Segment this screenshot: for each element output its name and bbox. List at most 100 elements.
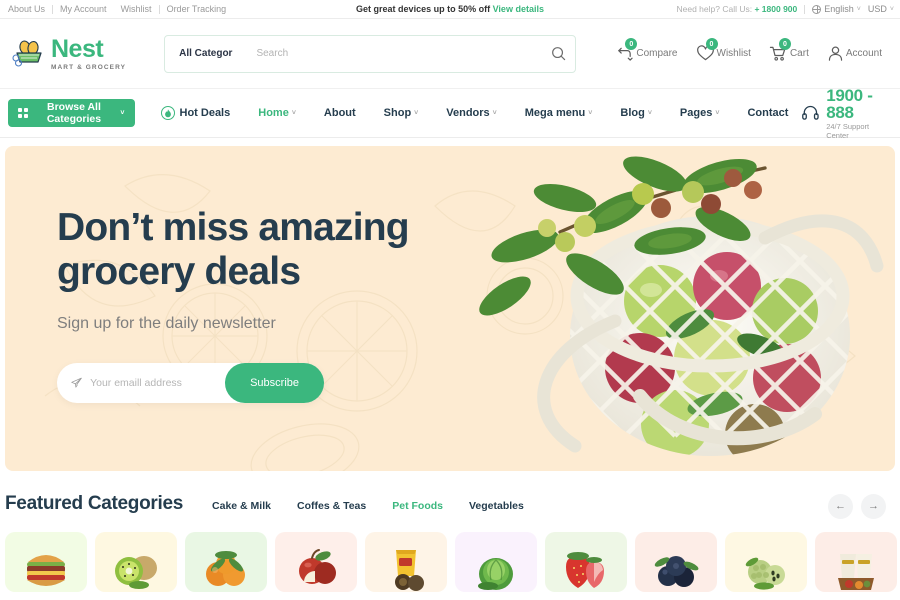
nav-item-home[interactable]: Home ˅ xyxy=(244,107,310,119)
nav-item-pages[interactable]: Pages ˅ xyxy=(666,107,734,119)
nav-blog-label: Blog xyxy=(620,107,645,119)
category-tab-vegetables[interactable]: Vegetables xyxy=(456,500,537,512)
nav-mega-menu-label: Mega menu xyxy=(524,107,586,119)
nav-contact-label: Contact xyxy=(747,107,789,119)
category-card-blueberry[interactable] xyxy=(635,531,717,592)
newsletter-form: Subscribe xyxy=(57,363,324,404)
logo[interactable]: Nest MART & GROCERY xyxy=(12,34,127,71)
category-tab-pet-foods[interactable]: Pet Foods xyxy=(379,500,456,512)
topbar-link-order-tracking[interactable]: Order Tracking xyxy=(160,4,234,14)
cart-action[interactable]: 0 Cart xyxy=(769,38,809,62)
logo-text: Nest MART & GROCERY xyxy=(51,34,127,71)
kiwi-image xyxy=(115,555,157,589)
carousel-prev-button[interactable]: ← xyxy=(828,493,853,519)
persimmon-image xyxy=(206,550,245,586)
nav-item-contact[interactable]: Contact xyxy=(733,107,802,119)
cart-label: Cart xyxy=(789,48,809,59)
language-label: English xyxy=(824,4,854,14)
chevron-down-icon: ˅ xyxy=(588,109,593,117)
browse-categories-label: Browse All Categories xyxy=(46,101,102,125)
currency-selector[interactable]: USD ˅ xyxy=(868,4,894,14)
support-phone-link[interactable]: + 1800 900 xyxy=(754,4,797,14)
grid-icon xyxy=(18,108,28,118)
carousel-next-button[interactable]: → xyxy=(861,493,886,519)
cart-count-badge: 0 xyxy=(778,38,791,50)
globe-icon xyxy=(812,4,822,14)
featured-categories-title: Featured Categories xyxy=(5,493,184,514)
wishlist-label: Wishlist xyxy=(716,48,751,59)
newsletter-email-input[interactable] xyxy=(90,377,226,390)
category-tab-coffes-and-teas[interactable]: Coffes & Teas xyxy=(284,500,379,512)
category-card-strawberry[interactable] xyxy=(545,531,627,592)
category-card-snack-pack[interactable] xyxy=(365,531,447,592)
blueberry-image xyxy=(654,555,699,587)
chevron-down-icon: ˅ xyxy=(715,109,720,117)
category-card-packaged-goods[interactable] xyxy=(815,531,897,592)
support-text: 1900 - 888 24/7 Support Center xyxy=(826,87,886,140)
topbar-link-wishlist[interactable]: Wishlist xyxy=(114,4,159,14)
nav-item-blog[interactable]: Blog ˅ xyxy=(606,107,666,119)
account-label: Account xyxy=(845,48,882,59)
chevron-down-icon: ˅ xyxy=(291,109,296,117)
paper-plane-icon xyxy=(71,378,82,388)
chevron-down-icon: ˅ xyxy=(856,5,861,13)
view-details-link[interactable]: View details xyxy=(493,4,544,14)
nav-home-label: Home xyxy=(258,107,289,119)
nav-item-hot-deals[interactable]: Hot Deals xyxy=(157,106,245,120)
category-card-kiwi[interactable] xyxy=(95,531,177,592)
nav-item-about[interactable]: About xyxy=(310,107,370,119)
carousel-controls: ← → xyxy=(828,493,895,519)
category-card-cabbage[interactable] xyxy=(455,531,537,592)
chevron-down-icon: ˅ xyxy=(889,5,894,13)
category-tab-cake-and-milk[interactable]: Cake & Milk xyxy=(199,500,284,512)
category-tabs: Cake & Milk Coffes & Teas Pet Foods Vege… xyxy=(199,500,537,512)
hero-headline-line1: Don’t miss amazing xyxy=(57,206,410,249)
subscribe-button[interactable]: Subscribe xyxy=(225,363,324,404)
top-bar-links: About Us My Account Wishlist Order Track… xyxy=(6,4,233,14)
logo-subtitle: MART & GROCERY xyxy=(51,63,127,71)
logo-name: Nest xyxy=(51,34,104,63)
top-bar: About Us My Account Wishlist Order Track… xyxy=(0,0,900,19)
hero-banner: Don’t miss amazing grocery deals Sign up… xyxy=(5,146,895,471)
apple-image xyxy=(299,548,336,584)
cabbage-image xyxy=(478,557,513,590)
language-selector[interactable]: English ˅ xyxy=(812,4,861,14)
nav-vendors-label: Vendors xyxy=(446,107,490,119)
support-center-label: 24/7 Support Center xyxy=(826,121,870,140)
nav-item-shop[interactable]: Shop ˅ xyxy=(370,107,433,119)
support-info[interactable]: 1900 - 888 24/7 Support Center xyxy=(802,87,892,140)
need-help-text: Need help? Call Us: + 1800 900 xyxy=(677,4,798,14)
nav-about-label: About xyxy=(323,107,356,119)
nav-item-mega-menu[interactable]: Mega menu ˅ xyxy=(511,107,607,119)
browse-categories-button[interactable]: Browse All Categories ˅ xyxy=(8,99,135,127)
topbar-link-about-us[interactable]: About Us xyxy=(6,4,52,14)
search-input[interactable] xyxy=(242,48,542,59)
hero-headline-line2: grocery deals xyxy=(57,249,301,293)
category-card-custard-apple[interactable] xyxy=(725,531,807,592)
category-card-apple[interactable] xyxy=(275,531,357,592)
category-card-burger[interactable] xyxy=(5,531,87,592)
wishlist-action[interactable]: 0 Wishlist xyxy=(696,38,751,62)
flame-icon xyxy=(160,106,175,120)
topbar-link-my-account[interactable]: My Account xyxy=(53,4,114,14)
hero-tagline: Sign up for the daily newsletter xyxy=(57,315,276,333)
search-category-select[interactable]: All Categor xyxy=(165,48,242,59)
currency-label: USD xyxy=(867,4,887,14)
nav-hot-deals-label: Hot Deals xyxy=(179,107,231,119)
hero-headline: Don’t miss amazing grocery deals xyxy=(57,206,895,293)
basket-logo-icon xyxy=(12,40,42,67)
custard-apple-image xyxy=(745,557,785,590)
account-action[interactable]: Account xyxy=(827,45,882,62)
chevron-down-icon: ˅ xyxy=(120,109,125,117)
nav-links: Hot Deals Home ˅ About Shop ˅ Vendors ˅ … xyxy=(157,106,803,120)
snack-pack-image xyxy=(395,549,424,591)
divider xyxy=(804,4,806,14)
category-card-persimmon[interactable] xyxy=(185,531,267,592)
nav-item-vendors[interactable]: Vendors ˅ xyxy=(432,107,511,119)
search-submit-button[interactable] xyxy=(541,36,575,72)
compare-action[interactable]: 0 Compare xyxy=(615,38,678,62)
nav-shop-label: Shop xyxy=(383,107,412,119)
search-bar: All Categor xyxy=(164,34,577,73)
promo-text: Get great devices up to 50% off xyxy=(356,4,493,14)
hero-content: Don’t miss amazing grocery deals Sign up… xyxy=(5,146,895,404)
